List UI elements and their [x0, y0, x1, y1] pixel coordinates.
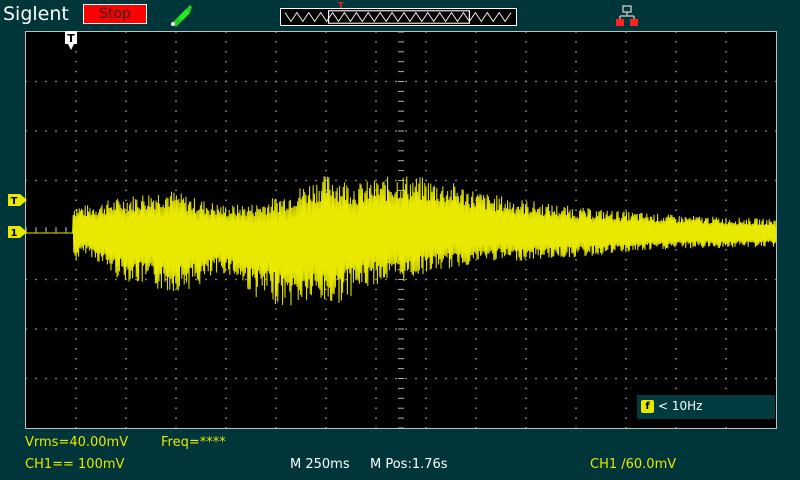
trigger-level-marker-label: T: [11, 196, 18, 207]
ch1-scale[interactable]: CH1== 100mV: [25, 457, 124, 472]
trigger-time-marker-label: T: [67, 32, 75, 45]
vrms-measurement: Vrms=40.00mV: [25, 435, 129, 450]
ch1-ground-marker[interactable]: 1: [8, 225, 28, 239]
horizontal-position[interactable]: M Pos:1.76s: [370, 457, 448, 472]
trigger-level-marker[interactable]: T: [8, 193, 28, 207]
trigger-time-marker[interactable]: T: [65, 31, 77, 51]
timebase-overview-bar: [280, 8, 517, 26]
top-bar: Siglent Stop T: [0, 0, 800, 30]
timebase-scale[interactable]: M 250ms: [290, 457, 350, 472]
ch1-ground-marker-label: 1: [11, 228, 18, 239]
trigger-setting[interactable]: CH1 /60.0mV: [590, 457, 676, 472]
network-icon: [616, 5, 638, 26]
frequency-counter-value: < 10Hz: [658, 399, 703, 413]
frequency-counter-icon: f: [641, 400, 654, 413]
run-stop-indicator[interactable]: Stop: [83, 4, 147, 24]
brand-label: Siglent: [3, 3, 69, 25]
freq-measurement: Freq=****: [161, 435, 226, 450]
frequency-counter: f < 10Hz: [637, 395, 775, 419]
ch1-waveform: [26, 176, 776, 306]
trigger-position-mark: T: [338, 1, 344, 10]
probe-icon: [171, 5, 192, 27]
waveform-display[interactable]: [25, 31, 777, 429]
